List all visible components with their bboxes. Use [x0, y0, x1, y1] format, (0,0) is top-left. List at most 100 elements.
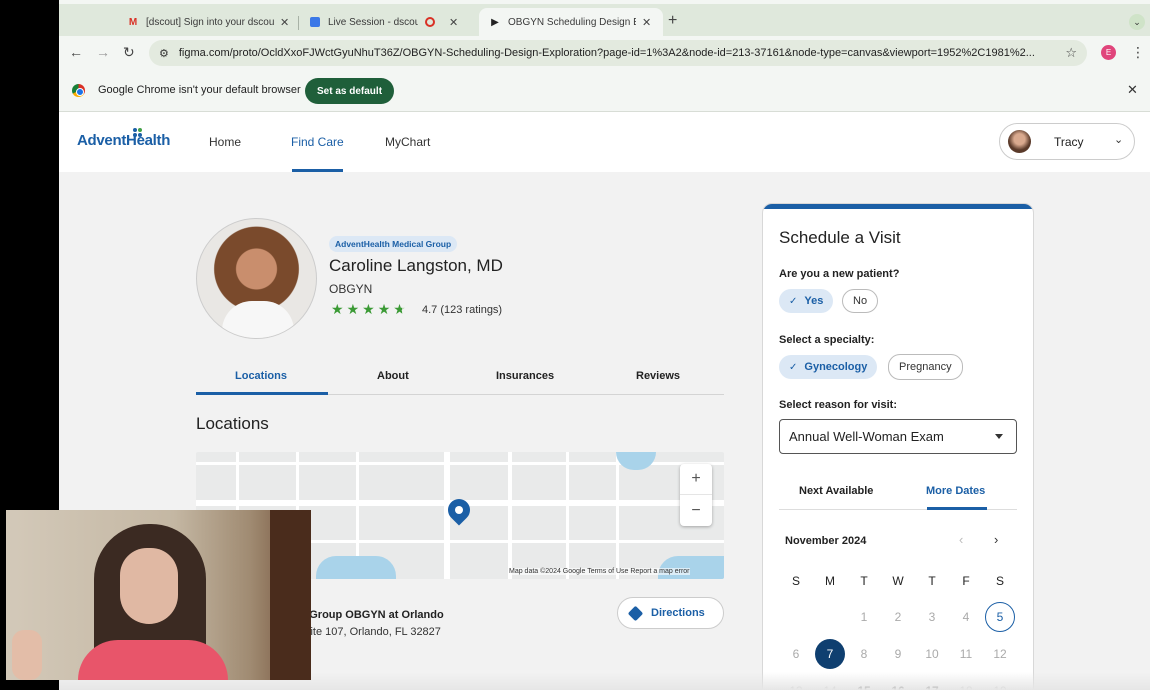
star-icon: ★ — [346, 301, 363, 317]
map-attribution[interactable]: Map data ©2024 Google Terms of Use Repor… — [509, 568, 690, 575]
tab-active-indicator — [927, 507, 987, 510]
profile-tabs: Locations About Insurances Reviews — [196, 362, 724, 395]
tab-live-session[interactable]: Live Session - dscout ✕ — [299, 8, 468, 36]
location-address: Suite 107, Orlando, FL 32827 — [297, 626, 441, 638]
calendar-month: November 2024 — [785, 535, 867, 547]
calendar-day-today[interactable]: 5 — [985, 602, 1015, 632]
site-info-icon[interactable]: ⚙ — [159, 47, 169, 60]
calendar-day: 12 — [993, 647, 1007, 661]
half-star-icon: ★ — [393, 301, 409, 317]
tab-title: [dscout] Sign into your dscout — [146, 16, 274, 28]
check-icon: ✓ — [789, 361, 798, 373]
tab-obgyn-figma[interactable]: ▶ OBGYN Scheduling Design Exploration ✕ — [479, 8, 663, 36]
zoom-out-button[interactable]: − — [680, 495, 712, 526]
weekday-label: M — [825, 574, 835, 588]
screen: M [dscout] Sign into your dscout ✕ Live … — [0, 0, 1150, 690]
calendar-day: 2 — [894, 610, 902, 624]
map-zoom-controls: + − — [680, 464, 712, 526]
tab-title: Live Session - dscout — [328, 16, 418, 28]
default-browser-infobar: Google Chrome isn't your default browser… — [59, 70, 1150, 112]
forward-icon[interactable]: → — [96, 44, 110, 60]
zoom-in-button[interactable]: + — [680, 464, 712, 495]
logo-mark-icon — [133, 128, 145, 137]
chip-gynecology[interactable]: ✓ Gynecology — [779, 355, 878, 379]
prev-month-button[interactable]: ‹ — [959, 532, 963, 547]
address-bar[interactable]: ⚙ figma.com/proto/OcldXxoFJWctGyuNhuT36Z… — [149, 40, 1087, 66]
specialty-question: Select a specialty: — [779, 334, 875, 346]
set-as-default-button[interactable]: Set as default — [305, 78, 395, 104]
medical-group-badge: AdventHealth Medical Group — [329, 236, 458, 252]
webcam-video-feed — [6, 510, 311, 680]
tab-dscout-signin[interactable]: M [dscout] Sign into your dscout ✕ — [117, 8, 299, 36]
calendar-day: 4 — [962, 610, 970, 624]
chrome-logo-icon — [72, 84, 85, 97]
close-tab-icon[interactable]: ✕ — [642, 16, 651, 29]
tab-title: OBGYN Scheduling Design Exploration — [508, 16, 636, 28]
logo-text: AdventHealth — [77, 132, 171, 149]
profile-avatar[interactable]: E — [1101, 45, 1116, 60]
chip-label: Pregnancy — [899, 361, 952, 373]
tab-insurances[interactable]: Insurances — [496, 370, 554, 382]
close-icon[interactable]: ✕ — [1127, 82, 1138, 98]
record-icon — [424, 16, 436, 28]
calendar-day: 11 — [959, 647, 973, 661]
chip-label: Yes — [804, 295, 824, 307]
weekday-label: S — [995, 574, 1004, 588]
weekday-label: F — [962, 574, 970, 588]
calendar-day: 6 — [792, 647, 800, 661]
calendar-day: 3 — [928, 610, 936, 624]
back-icon[interactable]: ← — [69, 44, 83, 60]
tab-strip: M [dscout] Sign into your dscout ✕ Live … — [59, 4, 1150, 36]
calendar-day-selected[interactable]: 7 — [815, 639, 845, 669]
close-tab-icon[interactable]: ✕ — [280, 16, 289, 29]
weekday-label: S — [791, 574, 800, 588]
new-patient-question: Are you a new patient? — [779, 268, 900, 280]
new-tab-icon[interactable]: + — [668, 12, 677, 30]
calendar-day: 1 — [860, 610, 868, 624]
nav-home[interactable]: Home — [209, 135, 241, 149]
weekday-label: T — [928, 574, 936, 588]
directions-icon — [627, 605, 644, 621]
chip-yes[interactable]: ✓ Yes — [779, 289, 834, 313]
check-icon: ✓ — [789, 295, 798, 307]
reload-icon[interactable]: ↻ — [123, 44, 135, 61]
chip-pregnancy[interactable]: Pregnancy — [888, 354, 963, 380]
url-text: figma.com/proto/OcldXxoFJWctGyuNhuT36Z/O… — [178, 47, 1035, 59]
tab-next-available[interactable]: Next Available — [799, 485, 873, 497]
star-icon: ★ — [362, 301, 378, 317]
tab-about[interactable]: About — [377, 370, 409, 382]
chip-label: No — [853, 295, 868, 307]
calendar-day: 9 — [894, 647, 902, 661]
calendar-day: 8 — [860, 647, 868, 661]
user-menu-button[interactable]: Tracy ⌄ — [999, 123, 1135, 160]
figma-play-icon: ▶ — [491, 16, 499, 28]
doctor-photo — [196, 218, 317, 339]
infobar-message: Google Chrome isn't your default browser — [98, 84, 301, 96]
chevron-down-icon: ⌄ — [1114, 134, 1124, 146]
weekday-label: W — [892, 574, 904, 588]
dscout-icon — [309, 16, 321, 28]
next-month-button[interactable]: › — [994, 532, 998, 547]
browser-toolbar: ← → ↻ ⚙ figma.com/proto/OcldXxoFJWctGyuN… — [59, 36, 1150, 70]
tab-reviews[interactable]: Reviews — [636, 370, 680, 382]
menu-kebab-icon[interactable]: ⋮ — [1131, 44, 1145, 61]
tab-search-icon[interactable]: ⌄ — [1129, 14, 1145, 30]
reason-select[interactable]: Annual Well-Woman Exam — [779, 419, 1017, 454]
doctor-name: Caroline Langston, MD — [329, 256, 503, 275]
adventhealth-logo[interactable]: AdventHealth — [77, 128, 171, 149]
schedule-visit-card: Schedule a Visit Are you a new patient? … — [762, 203, 1034, 690]
nav-find-care[interactable]: Find Care — [291, 135, 344, 149]
nav-mychart[interactable]: MyChart — [385, 135, 430, 149]
directions-button[interactable]: Directions — [617, 597, 724, 629]
tab-more-dates[interactable]: More Dates — [926, 485, 985, 497]
site-header: AdventHealth Home Find Care MyChart Trac… — [59, 112, 1150, 172]
location-name: al Group OBGYN at Orlando — [297, 609, 444, 621]
chip-no[interactable]: No — [842, 289, 879, 313]
reason-question: Select reason for visit: — [779, 399, 897, 411]
dropdown-caret-icon — [995, 434, 1003, 439]
gmail-icon: M — [128, 16, 138, 28]
bookmark-star-icon[interactable]: ☆ — [1065, 45, 1077, 61]
close-tab-icon[interactable]: ✕ — [449, 16, 458, 29]
star-icon: ★ — [331, 301, 347, 317]
tab-locations[interactable]: Locations — [235, 370, 287, 382]
